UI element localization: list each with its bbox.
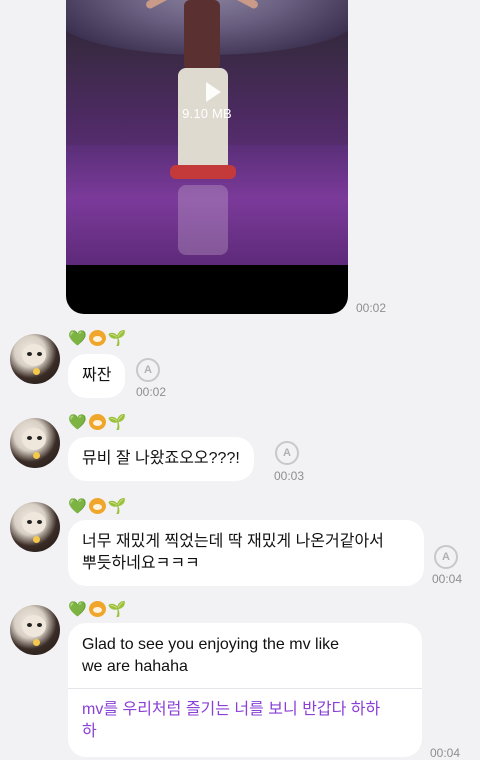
seedling-icon: 🌱 [107,414,127,431]
tiger-face-icon [88,498,106,514]
avatar-face [22,512,46,534]
dancer-reflection [178,185,228,255]
avatar-accessory [33,368,40,375]
avatar-eye [37,352,42,356]
sender-badges[interactable]: 💚 🌱 [68,328,126,348]
avatar-accessory [33,536,40,543]
translate-icon[interactable]: A [136,358,160,382]
avatar-accessory [33,452,40,459]
seedling-icon: 🌱 [107,601,127,618]
seedling-icon: 🌱 [107,330,127,347]
avatar-eye [37,520,42,524]
video-thumbnail[interactable] [66,0,348,265]
timestamp: 00:02 [136,385,167,399]
avatar-face [22,344,46,366]
message-bubble[interactable]: 너무 재밌게 찍었는데 딱 재밌게 나온거같아서 뿌듯하네요ㅋㅋㅋ [68,520,424,586]
dancer-shoes [170,165,236,179]
message-text: 짜잔 [82,367,112,384]
avatar-face [22,428,46,450]
message-text-line: 뿌듯하네요ㅋㅋㅋ [82,555,200,572]
avatar-accessory [33,639,40,646]
seedling-icon: 🌱 [107,498,127,515]
translate-icon[interactable]: A [275,441,299,465]
translation-text-line: 하 [82,723,97,740]
tiger-face-icon [88,601,106,617]
avatar-eye [27,623,32,627]
avatar-eye [27,520,32,524]
green-heart-icon: 💚 [68,414,87,431]
avatar[interactable] [10,334,60,384]
translation-divider [68,688,422,689]
message-bubble-translated[interactable]: Glad to see you enjoying the mv like we … [68,623,422,757]
message-text-line: 너무 재밌게 찍었는데 딱 재밌게 나온거같아서 [82,533,384,550]
avatar[interactable] [10,502,60,552]
tiger-face-icon [88,330,106,346]
translate-icon[interactable]: A [434,545,458,569]
translation-text-line: mv를 우리처럼 즐기는 너를 보니 반갑다 하하 [82,701,381,718]
avatar-eye [27,436,32,440]
message-text: 뮤비 잘 나왔죠오오???! [82,450,240,467]
video-message[interactable] [66,0,348,314]
sender-badges[interactable]: 💚 🌱 [68,599,126,619]
green-heart-icon: 💚 [68,601,87,618]
green-heart-icon: 💚 [68,330,87,347]
message-bubble[interactable]: 짜잔 [68,354,126,398]
dancer-body [184,0,220,70]
avatar-eye [37,436,42,440]
green-heart-icon: 💚 [68,498,87,515]
timestamp: 00:03 [274,469,305,483]
timestamp: 00:02 [356,301,387,315]
message-text-line: Glad to see you enjoying the mv like [82,636,340,653]
avatar-eye [27,352,32,356]
message-bubble[interactable]: 뮤비 잘 나왔죠오오???! [68,437,254,481]
sender-badges[interactable]: 💚 🌱 [68,496,126,516]
message-text-line: we are hahaha [82,658,188,675]
avatar-face [22,615,46,637]
tiger-face-icon [88,414,106,430]
video-file-size: 9.10 MB [182,106,232,121]
avatar[interactable] [10,418,60,468]
avatar[interactable] [10,605,60,655]
play-icon[interactable] [206,82,221,102]
avatar-eye [37,623,42,627]
timestamp: 00:04 [432,572,463,586]
sender-badges[interactable]: 💚 🌱 [68,412,126,432]
